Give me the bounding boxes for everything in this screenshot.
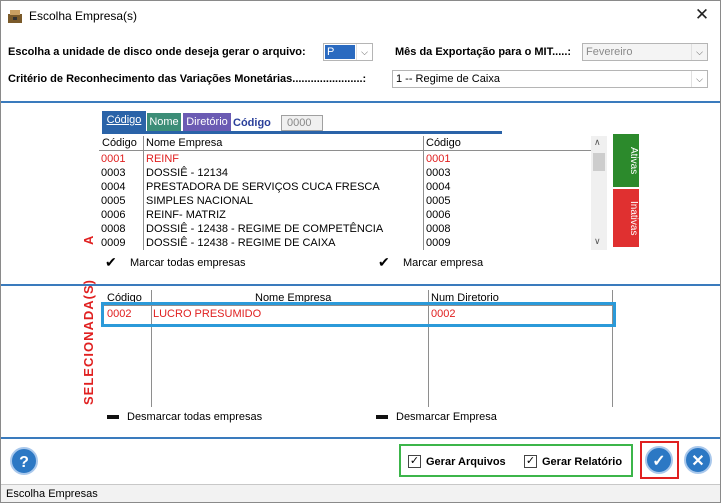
filter-input-value: 0000: [287, 117, 312, 129]
close-icon[interactable]: ✕: [691, 5, 713, 25]
active-companies-button[interactable]: Ativas: [613, 134, 639, 187]
table-row[interactable]: 0001 REINF 0001: [99, 152, 591, 166]
gen-files-label: Gerar Arquivos: [426, 456, 506, 468]
checkmark-icon: ✓: [652, 453, 666, 470]
grid-header: Código Nome Empresa Código: [99, 136, 591, 151]
gen-report-checkbox[interactable]: ✓: [524, 455, 537, 468]
tab-nome[interactable]: Nome: [147, 113, 181, 131]
scroll-down-icon[interactable]: ∨: [594, 236, 601, 247]
col-header-codigo[interactable]: Código: [102, 137, 137, 149]
confirm-button[interactable]: ✓: [645, 446, 673, 474]
help-icon: ?: [19, 454, 29, 471]
gen-report-label: Gerar Relatório: [542, 456, 623, 468]
filter-field-label: Código: [233, 117, 271, 129]
generate-options-box: ✓ Gerar Arquivos ✓ Gerar Relatório: [399, 444, 633, 477]
criteria-label: Critério de Reconhecimento das Variações…: [8, 73, 367, 85]
criteria-select[interactable]: 1 -- Regime de Caixa ⌵: [392, 70, 708, 88]
table-row[interactable]: 0008 DOSSIÊ - 12438 - REGIME DE COMPETÊN…: [99, 222, 591, 236]
chevron-down-icon: ⌵: [691, 71, 707, 87]
inactive-companies-button[interactable]: Inativas: [613, 189, 639, 247]
disk-select[interactable]: P ⌵: [323, 43, 373, 61]
chevron-down-icon: ⌵: [356, 44, 372, 60]
mark-one-button[interactable]: Marcar empresa: [403, 257, 483, 269]
status-bar: Escolha Empresas: [1, 484, 720, 502]
separator: [1, 284, 720, 286]
scroll-up-icon[interactable]: ∧: [594, 137, 601, 148]
tab-diretorio[interactable]: Diretório: [183, 113, 231, 131]
filter-input[interactable]: 0000: [281, 115, 323, 131]
criteria-value: 1 -- Regime de Caixa: [396, 73, 500, 85]
table-row[interactable]: 0009 DOSSIÊ - 12438 - REGIME DE CAIXA 00…: [99, 236, 591, 249]
minus-icon: [107, 415, 119, 419]
selected-side-label: SELECIONADA(S): [81, 279, 96, 405]
disk-value: P: [325, 45, 355, 59]
gen-files-checkbox[interactable]: ✓: [408, 455, 421, 468]
table-row[interactable]: 0002 LUCRO PRESUMIDO 0002: [101, 307, 611, 321]
companies-grid: Código Nome Empresa Código 0001 REINF 00…: [99, 136, 607, 250]
cancel-button[interactable]: ✕: [684, 446, 712, 474]
col-header-nome[interactable]: Nome Empresa: [146, 137, 222, 149]
title-bar: Escolha Empresa(s) ✕: [1, 1, 720, 31]
table-row[interactable]: 0006 REINF- MATRIZ 0006: [99, 208, 591, 222]
tab-underline: [102, 131, 502, 134]
status-text: Escolha Empresas: [6, 488, 98, 500]
grid-scrollbar[interactable]: ∧ ∨: [591, 136, 607, 250]
month-label: Mês da Exportação para o MIT.....:: [395, 46, 572, 58]
mark-all-button[interactable]: Marcar todas empresas: [130, 257, 246, 269]
disk-label: Escolha a unidade de disco onde deseja g…: [8, 46, 306, 58]
unmark-all-button[interactable]: Desmarcar todas empresas: [127, 411, 262, 423]
separator: [1, 101, 720, 103]
separator: [1, 437, 720, 439]
window-title: Escolha Empresa(s): [29, 9, 138, 23]
month-select[interactable]: Fevereiro ⌵: [582, 43, 708, 61]
check-icon: ✔: [378, 254, 390, 270]
close-icon: ✕: [691, 453, 705, 470]
app-icon: [8, 10, 22, 23]
scroll-thumb[interactable]: [593, 153, 605, 171]
tab-codigo[interactable]: Código: [102, 111, 146, 131]
unmark-one-button[interactable]: Desmarcar Empresa: [396, 411, 497, 423]
check-icon: ✔: [105, 254, 117, 270]
help-button[interactable]: ?: [10, 447, 38, 475]
table-row[interactable]: 0005 SIMPLES NACIONAL 0005: [99, 194, 591, 208]
chevron-down-icon: ⌵: [691, 44, 707, 60]
dialog-window: Escolha Empresa(s) ✕ Escolha a unidade d…: [0, 0, 721, 503]
table-row[interactable]: 0004 PRESTADORA DE SERVIÇOS CUCA FRESCA …: [99, 180, 591, 194]
col-header-codigo-2[interactable]: Código: [426, 137, 461, 149]
minus-icon: [376, 415, 388, 419]
selected-grid: Código Nome Empresa Num Diretorio 0002 L…: [101, 290, 621, 407]
table-row[interactable]: 0003 DOSSIÊ - 12134 0003: [99, 166, 591, 180]
month-value: Fevereiro: [586, 46, 633, 58]
